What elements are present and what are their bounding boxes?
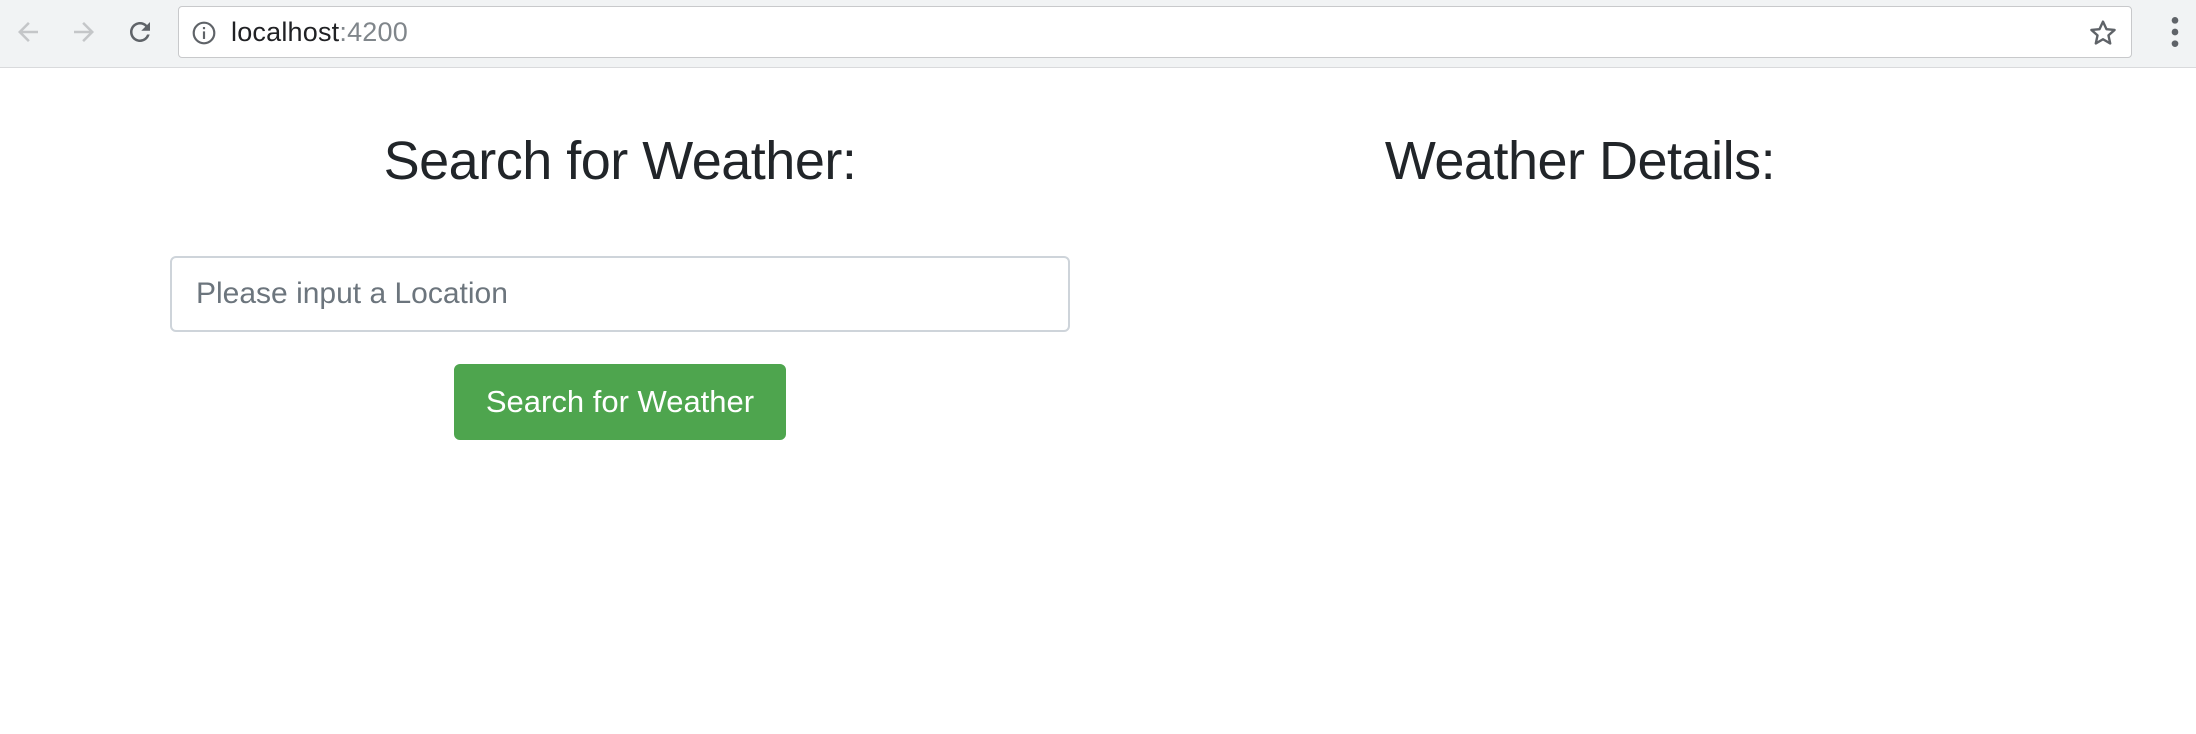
location-input[interactable] <box>170 256 1070 332</box>
details-heading: Weather Details: <box>1384 131 1776 191</box>
arrow-right-icon <box>74 22 94 42</box>
star-icon[interactable] <box>2087 17 2119 49</box>
back-button[interactable] <box>6 10 50 54</box>
page-content: Search for Weather: Search for Weather W… <box>0 68 2196 734</box>
search-weather-button[interactable]: Search for Weather <box>454 364 786 440</box>
reload-button[interactable] <box>118 10 162 54</box>
search-heading: Search for Weather: <box>383 131 857 191</box>
three-dot-menu-icon[interactable] <box>2160 12 2190 52</box>
url-text[interactable]: localhost:4200 <box>231 7 408 57</box>
address-bar[interactable]: localhost:4200 <box>178 6 2132 58</box>
arrow-left-icon <box>18 22 38 42</box>
info-icon[interactable] <box>191 20 217 46</box>
forward-button[interactable] <box>62 10 106 54</box>
reload-icon <box>130 22 150 42</box>
url-host: localhost <box>231 17 340 47</box>
browser-toolbar: localhost:4200 <box>0 0 2196 68</box>
url-port: :4200 <box>339 17 408 47</box>
